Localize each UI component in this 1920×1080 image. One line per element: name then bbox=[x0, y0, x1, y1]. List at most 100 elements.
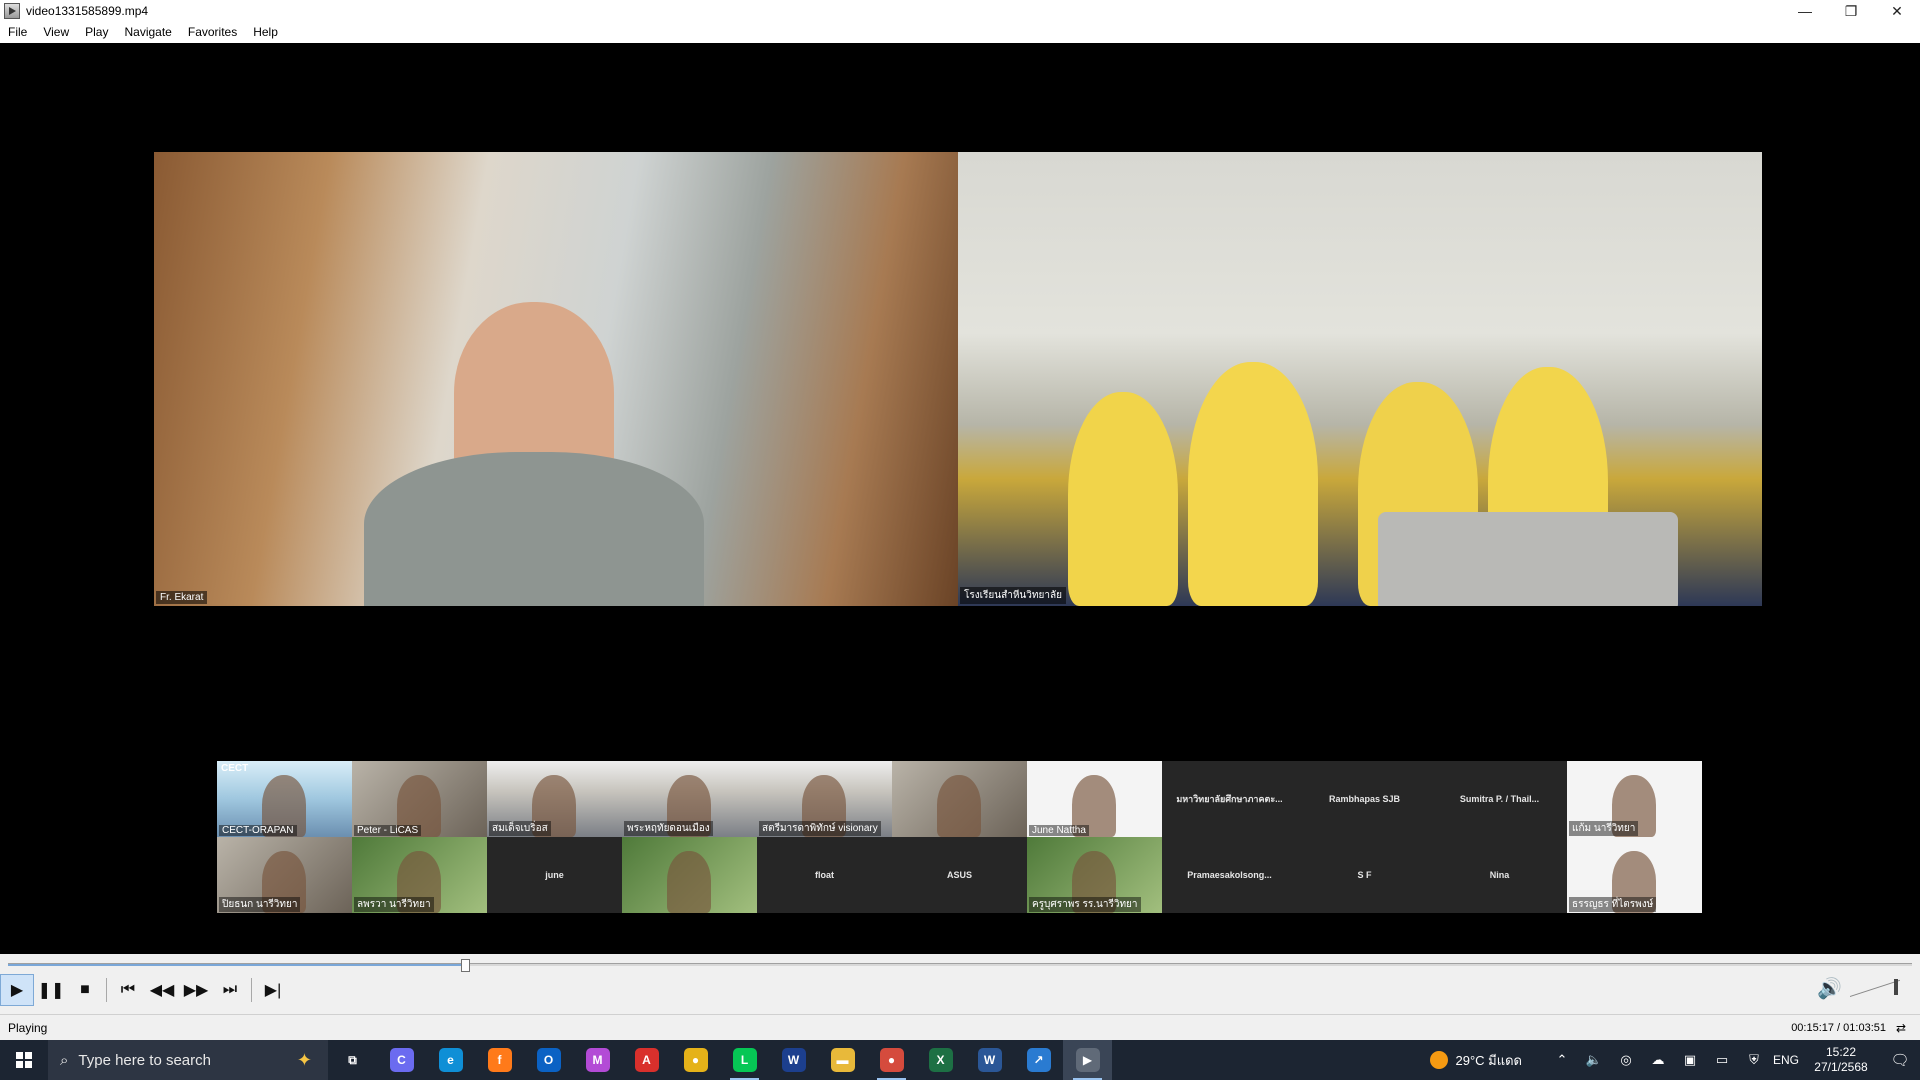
language-indicator[interactable]: ENG bbox=[1770, 1053, 1802, 1067]
system-tray: 29°C มีแดด ⌃ 🔈 ◎ ☁ ▣ ▭ ⛨ ENG 15:22 27/1/… bbox=[1429, 1040, 1920, 1080]
separator bbox=[106, 978, 107, 1002]
taskbar-search[interactable]: ⌕ Type here to search ✦ bbox=[48, 1040, 328, 1080]
time-readout: 00:15:17 / 01:03:51 bbox=[1791, 1021, 1886, 1034]
start-button[interactable] bbox=[0, 1040, 48, 1080]
participant-name: Sumitra P. / Thail... bbox=[1459, 794, 1540, 804]
stop-button[interactable]: ■ bbox=[68, 974, 102, 1006]
participant-tile: ธรรญธร ที่ไตรพงษ์ bbox=[1567, 837, 1702, 913]
restore-button[interactable]: ❐ bbox=[1828, 0, 1874, 22]
remote-icon: ↗ bbox=[1026, 1048, 1051, 1072]
taskbar-app-firefox[interactable]: f bbox=[475, 1040, 524, 1080]
next-button[interactable]: ⏭ bbox=[213, 974, 247, 1006]
taskbar-app-m365[interactable]: M bbox=[573, 1040, 622, 1080]
speaker-tile-2: โรงเรียนสำหีนวิทยาลัย bbox=[958, 152, 1762, 606]
participant-tile: พระหฤทัยดอนเมือง bbox=[622, 761, 757, 837]
word-icon: W bbox=[977, 1048, 1002, 1072]
network-icon[interactable]: ▭ bbox=[1706, 1052, 1738, 1068]
acrobat-icon: A bbox=[634, 1048, 659, 1072]
frame-step-button[interactable]: ▶| bbox=[256, 974, 290, 1006]
chevron-up-icon[interactable]: ⌃ bbox=[1546, 1052, 1578, 1068]
participant-gallery: CECT CECT-ORAPAN Peter - LiCAS สมเด็จเบริ่อ… bbox=[217, 761, 1702, 913]
taskbar-app-explorer[interactable]: ▬ bbox=[818, 1040, 867, 1080]
playback-status: Playing bbox=[8, 1020, 48, 1035]
edge-icon: e bbox=[438, 1048, 463, 1072]
taskbar-app-chrome-2[interactable]: ● bbox=[867, 1040, 916, 1080]
taskbar-app-copilot[interactable]: C bbox=[377, 1040, 426, 1080]
volume-slider[interactable] bbox=[1850, 978, 1900, 999]
student-2 bbox=[1188, 362, 1318, 606]
taskbar-app-word[interactable]: W bbox=[965, 1040, 1014, 1080]
status-bar: Playing 00:15:17 / 01:03:51 ⇄ bbox=[0, 1014, 1920, 1040]
previous-button[interactable]: ⏮ bbox=[111, 974, 145, 1006]
participant-tile: Pramaesakolsong... bbox=[1162, 837, 1297, 913]
taskbar-app-webex[interactable]: W bbox=[769, 1040, 818, 1080]
participant-name: Nina bbox=[1489, 870, 1510, 880]
participant-video bbox=[937, 775, 981, 837]
seek-thumb[interactable] bbox=[460, 959, 470, 972]
taskbar-app-outlook[interactable]: O bbox=[524, 1040, 573, 1080]
play-button[interactable]: ▶ bbox=[0, 974, 34, 1006]
fast-forward-button[interactable]: ▶▶ bbox=[179, 974, 213, 1006]
menu-favorites[interactable]: Favorites bbox=[180, 22, 245, 43]
weather-text[interactable]: 29°C มีแดด bbox=[1456, 1050, 1523, 1071]
speaker-name-2: โรงเรียนสำหีนวิทยาลัย bbox=[960, 587, 1066, 604]
participant-tile: สมเด็จเบริ่อส bbox=[487, 761, 622, 837]
explorer-icon: ▬ bbox=[830, 1048, 855, 1072]
volume-tray-icon[interactable]: 🔈 bbox=[1578, 1052, 1610, 1068]
participant-tile: ลพรวา นารีวิทยา bbox=[352, 837, 487, 913]
taskbar-app-remote[interactable]: ↗ bbox=[1014, 1040, 1063, 1080]
participant-name: สตรีมารดาพิทักษ์ visionary bbox=[759, 821, 881, 836]
participant-name: ปิยธนก นารีวิทยา bbox=[219, 897, 301, 912]
bing-sparkle-icon[interactable]: ✦ bbox=[297, 1050, 312, 1071]
close-button[interactable]: ✕ bbox=[1874, 0, 1920, 22]
menu-navigate[interactable]: Navigate bbox=[116, 22, 179, 43]
participant-tile: Nina bbox=[1432, 837, 1567, 913]
participant-name: พระหฤทัยดอนเมือง bbox=[624, 821, 713, 836]
participant-tile: june bbox=[487, 837, 622, 913]
taskbar-app-mpc[interactable]: ▶ bbox=[1063, 1040, 1112, 1080]
taskbar-app-edge[interactable]: e bbox=[426, 1040, 475, 1080]
speaker-icon[interactable]: 🔊 bbox=[1817, 976, 1842, 1001]
sun-icon[interactable] bbox=[1429, 1051, 1448, 1069]
video-frame[interactable]: Fr. Ekarat โรงเรียนสำหีนวิทยาลัย CECT CEC… bbox=[0, 43, 1920, 954]
participant-tile: Sumitra P. / Thail... bbox=[1432, 761, 1567, 837]
clock[interactable]: 15:22 27/1/2568 bbox=[1802, 1045, 1880, 1075]
taskbar-app-excel[interactable]: X bbox=[916, 1040, 965, 1080]
participant-name: ครูบุศราพร รร.นารีวิทยา bbox=[1029, 897, 1141, 912]
participant-name: june bbox=[545, 870, 564, 880]
taskbar-apps: ⧉ Ce f O M A ● L W ▬ ● X W ↗ ▶ bbox=[328, 1040, 1112, 1080]
windows-logo-icon bbox=[16, 1052, 32, 1068]
cect-logo-text: CECT bbox=[221, 763, 249, 774]
seek-progress bbox=[8, 964, 465, 966]
taskbar-app-chrome[interactable]: ● bbox=[671, 1040, 720, 1080]
volume-thumb[interactable] bbox=[1894, 978, 1898, 995]
camera-icon[interactable]: ◎ bbox=[1610, 1052, 1642, 1068]
menu-help[interactable]: Help bbox=[245, 22, 286, 43]
taskbar-app-acrobat[interactable]: A bbox=[622, 1040, 671, 1080]
pause-button[interactable]: ❚❚ bbox=[34, 974, 68, 1006]
taskbar-app-task-view[interactable]: ⧉ bbox=[328, 1040, 377, 1080]
participant-tile bbox=[622, 837, 757, 913]
menu-view[interactable]: View bbox=[35, 22, 77, 43]
cloud-icon[interactable]: ☁ bbox=[1642, 1052, 1674, 1068]
participant-name: June Nattha bbox=[1029, 825, 1089, 836]
silver-bowl bbox=[1378, 512, 1678, 606]
minimize-button[interactable]: — bbox=[1782, 0, 1828, 22]
participant-tile: ASUS bbox=[892, 837, 1027, 913]
taskbar-app-line[interactable]: L bbox=[720, 1040, 769, 1080]
firefox-icon: f bbox=[487, 1048, 512, 1072]
seek-bar[interactable] bbox=[8, 959, 1912, 972]
notification-icon[interactable]: 🗨 bbox=[1880, 1051, 1920, 1069]
participant-tile: Peter - LiCAS bbox=[352, 761, 487, 837]
participant-tile: Rambhapas SJB bbox=[1297, 761, 1432, 837]
shield-icon[interactable]: ⛨ bbox=[1738, 1052, 1770, 1068]
participant-name: S F bbox=[1357, 870, 1372, 880]
chrome-icon: ● bbox=[683, 1048, 708, 1072]
menu-file[interactable]: File bbox=[0, 22, 35, 43]
rewind-button[interactable]: ◀◀ bbox=[145, 974, 179, 1006]
participant-name: CECT-ORAPAN bbox=[219, 825, 297, 836]
menu-play[interactable]: Play bbox=[77, 22, 116, 43]
volume-control: 🔊 bbox=[1817, 976, 1900, 1001]
display-icon[interactable]: ▣ bbox=[1674, 1052, 1706, 1068]
split-icon[interactable]: ⇄ bbox=[1896, 1021, 1916, 1035]
